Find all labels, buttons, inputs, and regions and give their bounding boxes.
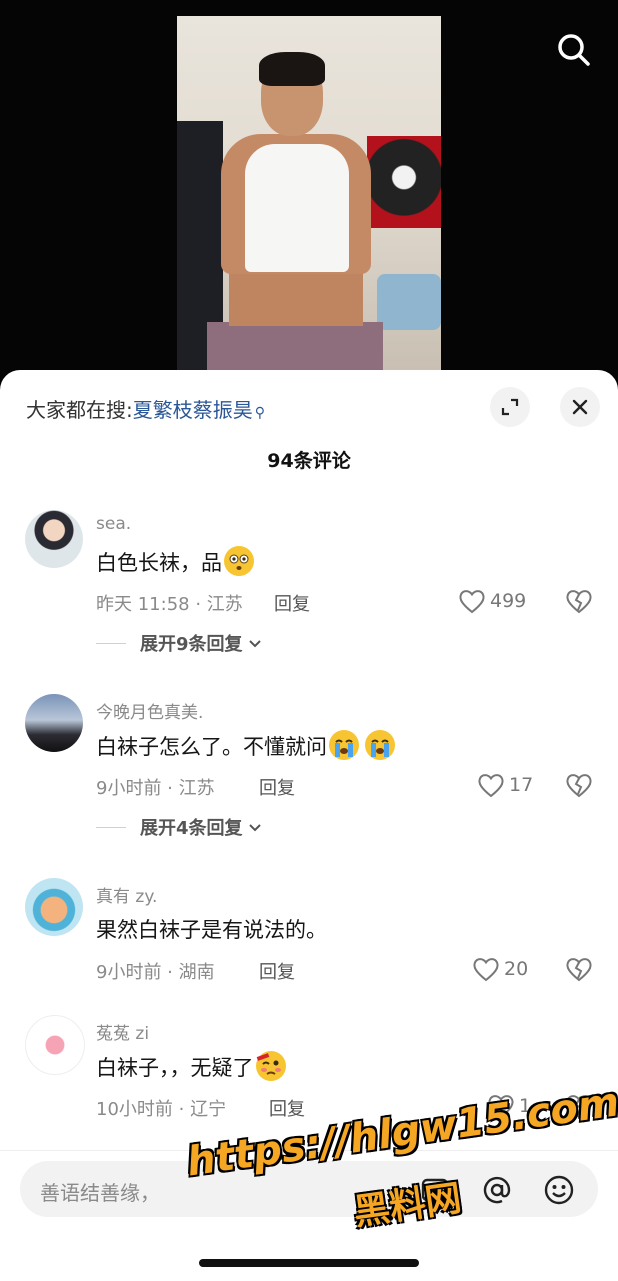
smiley-icon	[544, 1175, 574, 1205]
expand-divider	[96, 642, 126, 644]
comments-sheet: 大家都在搜:夏繁枝蔡振昊 ⚲ 94条评论 sea. 白色长袜，品 昨天 11:58…	[0, 370, 618, 1280]
crying-face-icon	[365, 730, 395, 760]
expand-replies-label: 展开9条回复	[140, 634, 243, 655]
video-person-shorts	[207, 322, 383, 370]
comment-username[interactable]: 菟菟 zi	[96, 1019, 149, 1044]
video-person-tank-top	[245, 144, 349, 272]
broken-heart-icon	[566, 774, 592, 798]
reply-button[interactable]: 回复	[269, 1095, 305, 1121]
video-person-hair	[259, 52, 325, 86]
avatar[interactable]	[25, 510, 83, 568]
comment-location: 江苏	[206, 594, 243, 615]
like-count: 17	[509, 774, 534, 796]
broken-heart-icon	[566, 958, 592, 982]
mention-button[interactable]	[480, 1173, 514, 1207]
expand-divider	[96, 826, 126, 828]
crying-face-icon	[329, 730, 359, 760]
comment-text-content: 白色长袜，品	[96, 551, 222, 575]
comment-meta: 9小时前 · 江苏	[96, 778, 215, 799]
flushed-face-icon	[224, 546, 254, 576]
video-player[interactable]	[0, 0, 618, 380]
video-background-pillow	[377, 274, 441, 330]
like-count: 20	[504, 958, 529, 980]
close-icon	[572, 399, 588, 415]
avatar[interactable]	[25, 878, 83, 936]
comment-username[interactable]: 今晚月色真美.	[96, 698, 203, 723]
dislike-button[interactable]	[565, 772, 593, 802]
dislike-button[interactable]	[565, 1093, 593, 1123]
comment-meta: 9小时前 · 湖南	[96, 962, 215, 983]
comment-meta: 10小时前 · 辽宁	[96, 1099, 227, 1120]
comment-username[interactable]: 真有 zy.	[96, 882, 157, 907]
like-button[interactable]: 499	[458, 588, 526, 614]
search-icon	[558, 34, 590, 66]
search-button[interactable]	[554, 30, 594, 70]
dislike-button[interactable]	[565, 956, 593, 986]
comment-text: 白袜子，，无疑了	[96, 1051, 286, 1082]
expand-replies-label: 展开4条回复	[140, 818, 243, 839]
expand-icon	[501, 398, 519, 416]
like-button[interactable]: 20	[472, 956, 528, 982]
small-search-icon: ⚲	[254, 405, 266, 421]
dislike-button[interactable]	[565, 588, 593, 618]
video-person-abs	[229, 266, 363, 326]
trending-topic-link[interactable]: 夏繁枝蔡振昊	[133, 398, 253, 422]
reply-button[interactable]: 回复	[259, 958, 295, 984]
comment-text: 白袜子怎么了。不懂就问	[96, 730, 395, 761]
comment-time: 9小时前	[96, 962, 162, 983]
video-frame	[177, 16, 441, 370]
expand-replies-button[interactable]: 展开4条回复	[96, 814, 263, 840]
comment-location: 辽宁	[190, 1099, 227, 1120]
comment-location: 湖南	[178, 962, 215, 983]
comment-time: 10小时前	[96, 1099, 173, 1120]
like-button[interactable]: 1	[487, 1093, 531, 1119]
expand-button[interactable]	[490, 387, 530, 427]
comment-input[interactable]: 善语结善缘，	[20, 1161, 598, 1217]
image-icon	[421, 1178, 449, 1202]
video-background-poster	[367, 136, 441, 228]
reply-button[interactable]: 回复	[274, 590, 310, 616]
chevron-down-icon	[248, 640, 261, 648]
like-count: 499	[490, 590, 527, 612]
comment-input-placeholder: 善语结善缘，	[40, 1181, 160, 1205]
like-count: 1	[519, 1095, 532, 1117]
comment-location: 江苏	[178, 778, 215, 799]
comment-count: 94条评论	[267, 450, 351, 472]
heart-icon	[488, 1095, 514, 1119]
comment-input-bar: 善语结善缘，	[0, 1150, 618, 1281]
trending-search[interactable]: 大家都在搜:夏繁枝蔡振昊 ⚲	[26, 394, 265, 423]
avatar[interactable]	[25, 1015, 85, 1075]
chevron-down-icon	[248, 824, 261, 832]
comment-meta: 昨天 11:58 · 江苏	[96, 594, 243, 615]
emoji-button[interactable]	[542, 1173, 576, 1207]
comment-text: 果然白袜子是有说法的。	[96, 918, 327, 942]
heart-icon	[478, 774, 504, 798]
home-indicator	[199, 1259, 419, 1267]
broken-heart-icon	[566, 590, 592, 614]
comment-time: 昨天 11:58	[96, 594, 190, 615]
close-button[interactable]	[560, 387, 600, 427]
comment-text: 白色长袜，品	[96, 546, 254, 577]
like-button[interactable]: 17	[477, 772, 533, 798]
comment-text-content: 白袜子怎么了。不懂就问	[96, 735, 327, 759]
comment-text-content: 白袜子，，无疑了	[96, 1056, 254, 1080]
trending-prefix: 大家都在搜:	[26, 398, 133, 422]
comment-time: 9小时前	[96, 778, 162, 799]
avatar[interactable]	[25, 694, 83, 752]
expand-replies-button[interactable]: 展开9条回复	[96, 630, 263, 656]
heart-icon	[473, 958, 499, 982]
heart-icon	[459, 590, 485, 614]
comment-username[interactable]: sea.	[96, 514, 131, 534]
at-sign-icon	[483, 1176, 511, 1204]
woozy-face-icon	[255, 1051, 286, 1081]
reply-button[interactable]: 回复	[259, 774, 295, 800]
image-button[interactable]	[418, 1173, 452, 1207]
broken-heart-icon	[566, 1095, 592, 1119]
